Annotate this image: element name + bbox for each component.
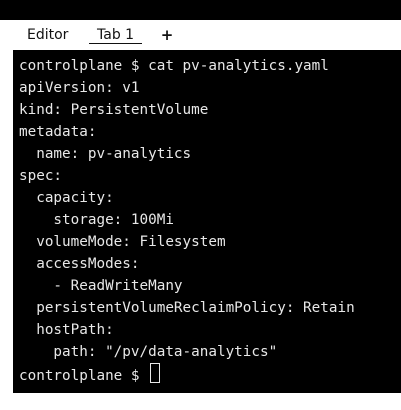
terminal-line: spec: [19,168,63,184]
terminal-line: storage: 100Mi [19,212,174,228]
tab-editor[interactable]: Editor [13,20,82,50]
app-window: Editor Tab 1 + controlplane $ cat pv-ana… [0,0,401,410]
add-tab-button[interactable]: + [157,20,177,50]
terminal-line: path: "/pv/data-analytics" [19,344,278,360]
tab-tab-1[interactable]: Tab 1 [84,20,147,50]
tab-bar: Editor Tab 1 + [13,20,401,50]
terminal-line: apiVersion: v1 [19,80,140,96]
terminal-prompt: controlplane $ [19,368,140,384]
terminal-line: capacity: [19,190,114,206]
terminal-line: accessModes: [19,256,140,272]
tab-editor-label: Editor [27,27,69,43]
terminal-line: metadata: [19,124,97,140]
terminal-prompt-line: controlplane $ [19,363,401,385]
terminal-cursor[interactable] [150,363,161,383]
top-bar [0,0,401,20]
terminal-line: kind: PersistentVolume [19,102,209,118]
terminal-line: controlplane $ cat pv-analytics.yaml [19,58,329,74]
plus-icon: + [160,26,174,44]
terminal-line: name: pv-analytics [19,146,192,162]
tab-tab-1-label: Tab 1 [97,27,135,43]
terminal-line: - ReadWriteMany [19,278,183,294]
terminal-line: hostPath: [19,322,114,338]
active-tab-indicator [89,43,143,44]
terminal[interactable]: controlplane $ cat pv-analytics.yaml api… [13,50,401,393]
terminal-line: volumeMode: Filesystem [19,234,226,250]
terminal-line: persistentVolumeReclaimPolicy: Retain [19,300,355,316]
